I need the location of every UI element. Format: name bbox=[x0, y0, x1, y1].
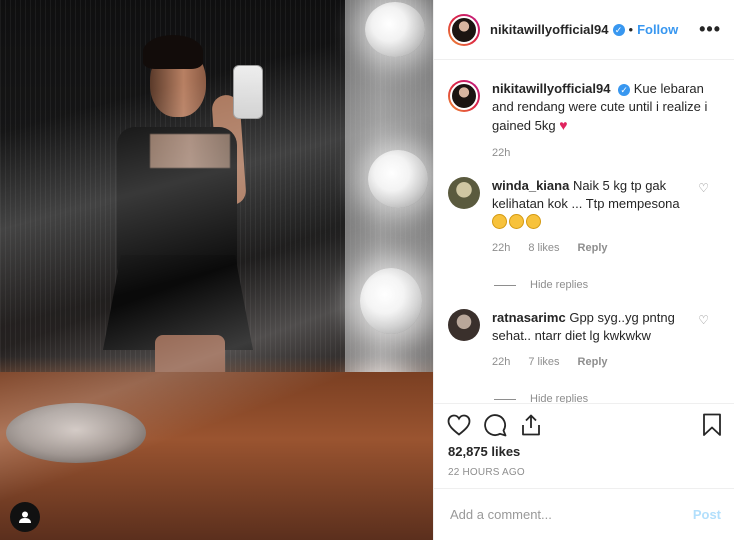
grinning-emoji bbox=[509, 214, 524, 229]
comment-item: ratnasarimc Gpp syg..yg pntng sehat.. nt… bbox=[434, 291, 734, 371]
comment-time[interactable]: 22h bbox=[492, 239, 510, 257]
comment-item: winda_kiana Naik 5 kg tp gak kelihatan k… bbox=[434, 159, 734, 257]
comments-list[interactable]: nikitawillyofficial94 ✓ Kue lebaran and … bbox=[434, 60, 734, 403]
caption-username[interactable]: nikitawillyofficial94 bbox=[492, 81, 611, 96]
comment-like-heart-icon[interactable]: ♡ bbox=[698, 313, 709, 327]
light-flare bbox=[0, 0, 433, 540]
caption: nikitawillyofficial94 ✓ Kue lebaran and … bbox=[434, 60, 734, 135]
author-avatar[interactable] bbox=[448, 13, 480, 46]
action-bar: 82,875 likes 22 HOURS AGO bbox=[434, 403, 734, 478]
instagram-post: nikitawillyofficial94 ✓ • Follow ••• nik… bbox=[0, 0, 734, 540]
heart-icon[interactable] bbox=[446, 412, 472, 438]
caption-time[interactable]: 22h bbox=[492, 147, 734, 159]
hide-replies-label[interactable]: Hide replies bbox=[530, 279, 588, 291]
hide-replies-label[interactable]: Hide replies bbox=[530, 393, 588, 403]
post-photo[interactable] bbox=[0, 0, 433, 540]
post-header: nikitawillyofficial94 ✓ • Follow ••• bbox=[434, 0, 734, 60]
post-timestamp[interactable]: 22 HOURS AGO bbox=[434, 459, 734, 478]
comment-input[interactable] bbox=[448, 506, 693, 523]
reply-button[interactable]: Reply bbox=[578, 239, 608, 257]
comment-icon[interactable] bbox=[482, 412, 508, 438]
tagged-user-icon[interactable] bbox=[10, 502, 40, 532]
verified-badge-icon: ✓ bbox=[612, 23, 625, 36]
reply-button[interactable]: Reply bbox=[578, 353, 608, 371]
caption-avatar[interactable] bbox=[448, 80, 480, 112]
grinning-emoji bbox=[526, 214, 541, 229]
commenter-username[interactable]: winda_kiana bbox=[492, 178, 569, 193]
red-heart-emoji: ♥ bbox=[559, 117, 568, 133]
likes-count[interactable]: 82,875 likes bbox=[434, 438, 734, 459]
comment-likes[interactable]: 7 likes bbox=[528, 353, 559, 371]
more-options-icon[interactable]: ••• bbox=[699, 19, 721, 40]
separator-dot: • bbox=[628, 22, 634, 37]
comment-like-heart-icon[interactable]: ♡ bbox=[698, 181, 709, 195]
post-sidebar: nikitawillyofficial94 ✓ • Follow ••• nik… bbox=[433, 0, 734, 540]
author-username[interactable]: nikitawillyofficial94 bbox=[490, 22, 609, 37]
bookmark-icon[interactable] bbox=[699, 412, 725, 438]
commenter-username[interactable]: ratnasarimc bbox=[492, 310, 566, 325]
verified-badge-icon: ✓ bbox=[618, 84, 631, 96]
comment-likes[interactable]: 8 likes bbox=[528, 239, 559, 257]
commenter-avatar[interactable] bbox=[448, 309, 480, 341]
hide-replies[interactable]: Hide replies bbox=[494, 393, 734, 403]
grinning-emoji bbox=[492, 214, 507, 229]
add-comment-bar: Post bbox=[434, 488, 734, 540]
follow-button[interactable]: Follow bbox=[637, 22, 678, 37]
hide-replies[interactable]: Hide replies bbox=[494, 279, 734, 291]
post-button[interactable]: Post bbox=[693, 507, 721, 522]
comment-time[interactable]: 22h bbox=[492, 353, 510, 371]
share-icon[interactable] bbox=[518, 412, 544, 438]
commenter-avatar[interactable] bbox=[448, 177, 480, 209]
